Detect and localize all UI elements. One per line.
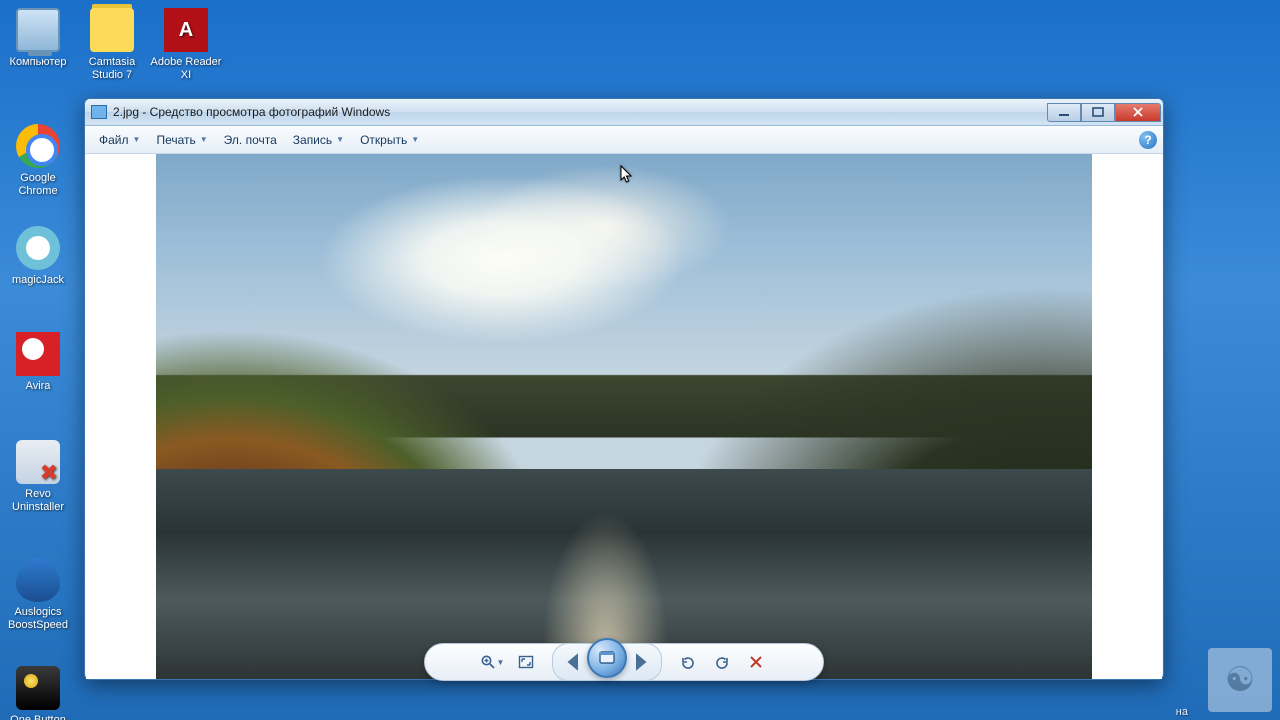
desktop-icon-label: Camtasia Studio 7: [76, 56, 148, 82]
desktop-icon-label: Avira: [26, 380, 51, 393]
menu-email-label: Эл. почта: [224, 133, 277, 147]
viewer-controls: ▼: [424, 643, 824, 681]
rotate-cw-icon: [714, 654, 730, 670]
delete-button[interactable]: [742, 649, 770, 675]
help-button[interactable]: ?: [1139, 131, 1157, 149]
minimize-button[interactable]: [1047, 103, 1081, 122]
adobe-reader-icon: A: [164, 8, 208, 52]
chevron-down-icon: ▼: [497, 658, 505, 667]
desktop-icon-label: Adobe Reader XI: [150, 56, 222, 82]
desktop-icon-auslogics[interactable]: Auslogics BoostSpeed: [2, 558, 74, 632]
desktop-icon-label: Компьютер: [10, 56, 67, 69]
maximize-button[interactable]: [1081, 103, 1115, 122]
maximize-icon: [1092, 107, 1104, 117]
minimize-icon: [1058, 107, 1070, 117]
desktop-icon-magicjack[interactable]: magicJack: [2, 226, 74, 287]
menu-bar: Файл ▼ Печать ▼ Эл. почта Запись ▼ Откры…: [85, 126, 1163, 154]
desktop-icon-adobe-reader[interactable]: A Adobe Reader XI: [150, 8, 222, 82]
previous-icon: [557, 648, 585, 676]
taskbar-fragment: на: [1176, 706, 1188, 718]
desktop-icon-label: One Button: [10, 714, 66, 720]
image-viewport: [86, 154, 1162, 679]
menu-file[interactable]: Файл ▼: [91, 129, 148, 151]
desktop-icon-label: magicJack: [12, 274, 64, 287]
window-titlebar[interactable]: 2.jpg - Средство просмотра фотографий Wi…: [85, 99, 1163, 126]
desktop-icon-chrome[interactable]: Google Chrome: [2, 124, 74, 198]
magnifier-icon: [480, 654, 496, 670]
menu-print[interactable]: Печать ▼: [148, 129, 215, 151]
rotate-ccw-icon: [680, 654, 696, 670]
chevron-down-icon: ▼: [133, 135, 141, 144]
menu-file-label: Файл: [99, 133, 129, 147]
desktop-icon-one-button[interactable]: One Button: [2, 666, 74, 720]
desktop-icon-computer[interactable]: Компьютер: [2, 8, 74, 69]
rotate-left-button[interactable]: [674, 649, 702, 675]
delete-icon: [748, 654, 764, 670]
desktop-icon-avira[interactable]: Avira: [2, 332, 74, 393]
chevron-down-icon: ▼: [336, 135, 344, 144]
close-icon: [1132, 107, 1144, 117]
chevron-down-icon: ▼: [411, 135, 419, 144]
menu-open-label: Открыть: [360, 133, 407, 147]
slideshow-icon: [598, 649, 616, 667]
rotate-right-button[interactable]: [708, 649, 736, 675]
revo-uninstaller-icon: [16, 440, 60, 484]
previous-button[interactable]: [557, 650, 585, 674]
computer-icon: [16, 8, 60, 52]
auslogics-icon: [16, 558, 60, 602]
menu-open[interactable]: Открыть ▼: [352, 129, 427, 151]
zoom-button[interactable]: ▼: [478, 649, 506, 675]
one-button-icon: [16, 666, 60, 710]
window-title: 2.jpg - Средство просмотра фотографий Wi…: [113, 105, 1047, 119]
slideshow-button[interactable]: [587, 638, 627, 678]
desktop-icon-label: Auslogics BoostSpeed: [2, 606, 74, 632]
avira-icon: [16, 332, 60, 376]
desktop-icon-revo[interactable]: Revo Uninstaller: [2, 440, 74, 514]
navigation-group: [552, 643, 662, 681]
fit-to-window-button[interactable]: [512, 649, 540, 675]
next-button[interactable]: [629, 650, 657, 674]
next-icon: [629, 648, 657, 676]
menu-burn[interactable]: Запись ▼: [285, 129, 352, 151]
chrome-icon: [16, 124, 60, 168]
magicjack-icon: [16, 226, 60, 270]
chevron-down-icon: ▼: [200, 135, 208, 144]
displayed-image: [156, 154, 1092, 679]
desktop-icon-camtasia[interactable]: Camtasia Studio 7: [76, 8, 148, 82]
close-button[interactable]: [1115, 103, 1161, 122]
fit-icon: [518, 654, 534, 670]
photo-viewer-window: 2.jpg - Средство просмотра фотографий Wi…: [84, 98, 1164, 680]
desktop-icon-label: Revo Uninstaller: [2, 488, 74, 514]
menu-print-label: Печать: [156, 133, 195, 147]
menu-email[interactable]: Эл. почта: [216, 129, 285, 151]
desktop-icon-label: Google Chrome: [2, 172, 74, 198]
app-icon: [91, 105, 107, 119]
watermark-dragon-icon: ☯: [1208, 648, 1272, 712]
menu-burn-label: Запись: [293, 133, 332, 147]
help-icon: ?: [1144, 133, 1151, 147]
folder-icon: [90, 8, 134, 52]
